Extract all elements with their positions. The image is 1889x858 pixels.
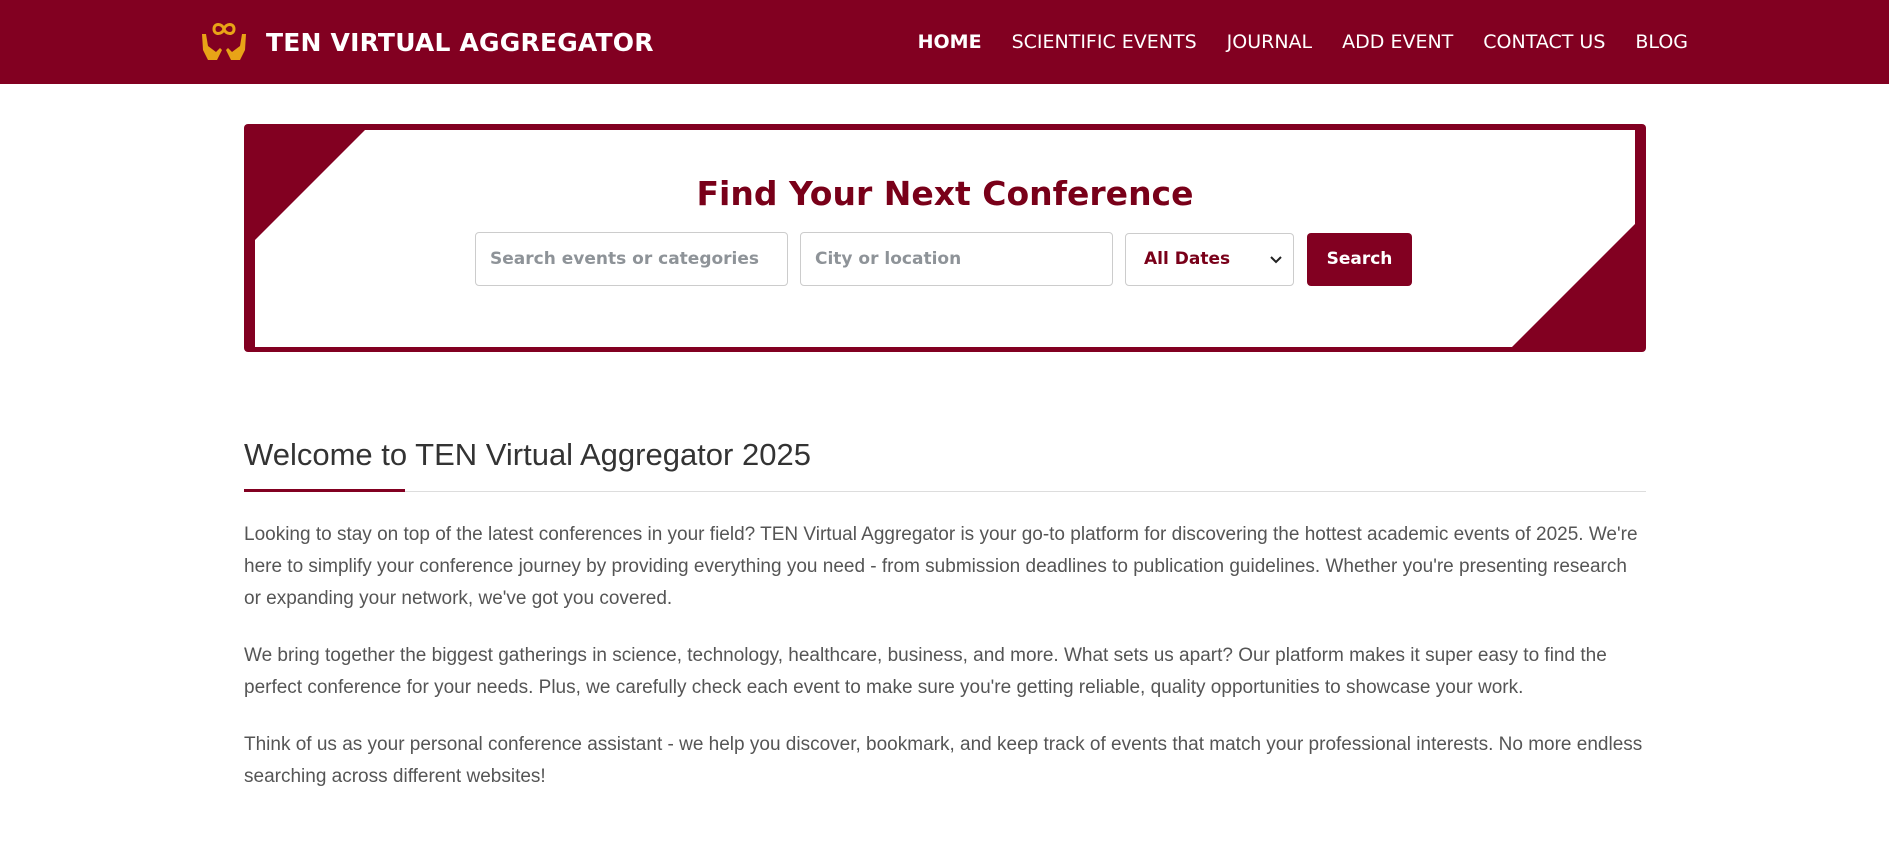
top-navbar: TEN VIRTUAL AGGREGATOR HOME SCIENTIFIC E… <box>0 0 1889 84</box>
nav-home[interactable]: HOME <box>918 31 982 53</box>
title-divider <box>244 489 1646 492</box>
date-filter-select[interactable]: All Dates <box>1125 232 1294 286</box>
chevron-down-icon <box>1270 255 1282 263</box>
search-events-input[interactable] <box>475 232 788 286</box>
search-hero-panel: Find Your Next Conference All Dates Sear… <box>255 130 1635 347</box>
hero-title: Find Your Next Conference <box>696 174 1194 213</box>
nav-scientific-events[interactable]: SCIENTIFIC EVENTS <box>1012 31 1197 53</box>
brand-logo-link[interactable]: TEN VIRTUAL AGGREGATOR <box>200 18 654 66</box>
date-filter-value: All Dates <box>1144 249 1231 269</box>
nav-contact-us[interactable]: CONTACT US <box>1483 31 1605 53</box>
nav-journal[interactable]: JOURNAL <box>1227 31 1312 53</box>
city-location-input[interactable] <box>800 232 1113 286</box>
welcome-paragraph-2: We bring together the biggest gatherings… <box>244 645 1607 698</box>
hands-infinity-icon <box>202 23 246 60</box>
brand-name[interactable]: TEN VIRTUAL AGGREGATOR <box>266 28 654 57</box>
conference-search-form: All Dates Search <box>475 232 1412 286</box>
welcome-paragraph-1: Looking to stay on top of the latest con… <box>244 524 1638 609</box>
search-button[interactable]: Search <box>1307 232 1412 286</box>
welcome-section: Welcome to TEN Virtual Aggregator 2025 L… <box>244 435 1646 793</box>
welcome-paragraph-3: Think of us as your personal conference … <box>244 734 1643 787</box>
decorative-corner-bottom-right <box>1512 224 1635 347</box>
search-hero: Find Your Next Conference All Dates Sear… <box>244 124 1646 352</box>
title-accent-bar <box>244 489 405 492</box>
main-nav: HOME SCIENTIFIC EVENTS JOURNAL ADD EVENT… <box>918 0 1688 84</box>
nav-blog[interactable]: BLOG <box>1635 31 1688 53</box>
welcome-title: Welcome to TEN Virtual Aggregator 2025 <box>244 437 811 472</box>
nav-add-event[interactable]: ADD EVENT <box>1342 31 1453 53</box>
